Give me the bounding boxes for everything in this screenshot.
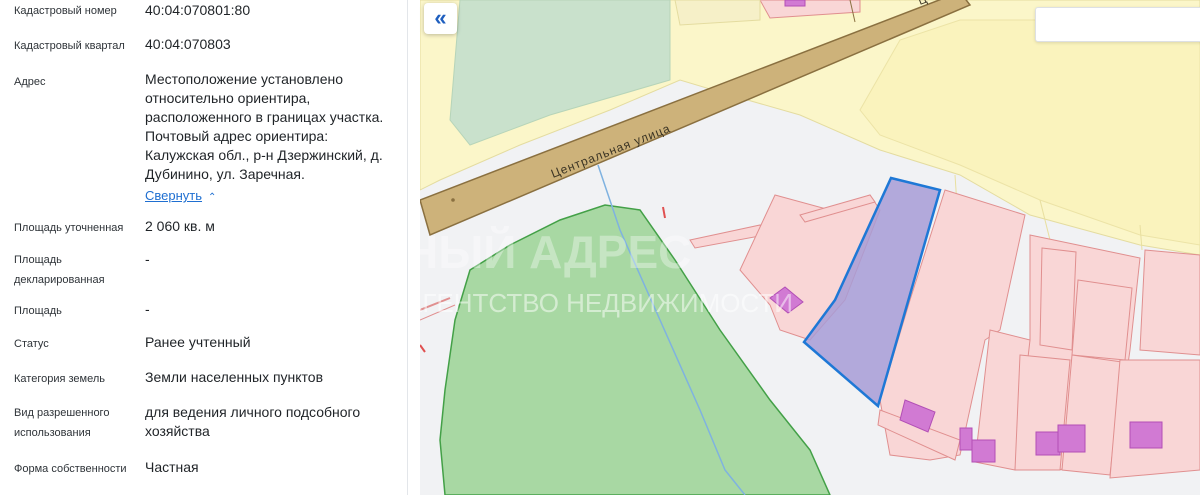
info-label: Площадь уточненная <box>14 222 124 234</box>
info-row-permitted-use: Вид разрешенного использования для веден… <box>0 403 407 445</box>
info-label-line: Площадь <box>14 254 62 266</box>
address-line: Калужская обл., р-н Дзержинский, д. <box>145 147 383 163</box>
cadastral-map[interactable]: Центральная улица Ц НЫЙ АДРЕС АГЕНТСТВО … <box>420 0 1200 495</box>
info-value: - <box>145 301 150 317</box>
info-label: Форма собственности <box>14 463 127 475</box>
info-value: Ранее учтенный <box>145 334 251 350</box>
info-row-area-specified: Площадь уточненная 2 060 кв. м <box>0 217 407 239</box>
info-value: - <box>145 251 150 267</box>
info-value: для ведения личного подсобного хозяйства <box>145 403 403 441</box>
parcel[interactable] <box>674 0 761 26</box>
building[interactable] <box>971 439 996 463</box>
address-line: Почтовый адрес ориентира: <box>145 128 329 144</box>
parcel[interactable] <box>1109 359 1200 479</box>
info-row-area: Площадь - <box>0 300 407 322</box>
address-value: Местоположение установлено относительно … <box>145 70 403 207</box>
building[interactable] <box>1129 421 1163 449</box>
parcel[interactable] <box>1039 247 1077 351</box>
info-panel: Кадастровый номер 40:04:070801:80 Кадаст… <box>0 0 407 495</box>
info-row-cadastral-quarter: Кадастровый квартал 40:04:070803 <box>0 34 407 56</box>
info-row-cadastral-number: Кадастровый номер 40:04:070801:80 <box>0 0 407 22</box>
address-line: Дубинино, ул. Заречная. <box>145 166 305 182</box>
address-line: расположенного в границах участка. <box>145 109 384 125</box>
info-value: 2 060 кв. м <box>145 218 215 234</box>
address-line: относительно ориентира, <box>145 90 311 106</box>
info-label: Вид разрешенного использования <box>14 403 138 443</box>
collapse-panel-button[interactable]: « <box>424 3 457 34</box>
info-label: Адрес <box>14 76 46 88</box>
road-marker <box>451 198 455 202</box>
info-value[interactable]: 40:04:070801:80 <box>145 1 403 20</box>
collapse-address-link[interactable]: Свернуть ⌃ <box>145 187 216 207</box>
info-row-ownership: Форма собственности Частная <box>0 458 407 480</box>
building[interactable] <box>1035 431 1061 456</box>
info-label-line: декларированная <box>14 274 105 286</box>
panel-divider <box>407 0 420 495</box>
info-label-line: использования <box>14 427 91 439</box>
info-label-line: Вид разрешенного <box>14 407 110 419</box>
info-value: Частная <box>145 459 199 475</box>
info-row-address: Адрес Местоположение установлено относит… <box>0 70 407 206</box>
info-value: Земли населенных пунктов <box>145 369 324 385</box>
map-canvas[interactable]: Центральная улица Ц НЫЙ АДРЕС АГЕНТСТВО … <box>420 0 1200 495</box>
info-label: Категория земель <box>14 373 105 385</box>
info-row-area-declared: Площадь декларированная - <box>0 250 407 290</box>
building[interactable] <box>1057 424 1086 453</box>
info-value[interactable]: 40:04:070803 <box>145 35 403 54</box>
info-row-status: Статус Ранее учтенный <box>0 333 407 355</box>
info-label: Площадь <box>14 305 62 317</box>
info-row-land-category: Категория земель Земли населенных пункто… <box>0 368 407 390</box>
address-line: Местоположение установлено <box>145 71 344 87</box>
parcel[interactable] <box>1071 279 1133 361</box>
info-value-line: хозяйства <box>145 423 210 439</box>
info-label: Статус <box>14 338 49 350</box>
collapse-link-label: Свернуть <box>145 188 203 203</box>
info-value-line: для ведения личного подсобного <box>145 404 361 420</box>
info-label: Кадастровый квартал <box>14 40 125 52</box>
watermark-line1: НЫЙ АДРЕС <box>420 226 691 278</box>
info-label: Площадь декларированная <box>14 250 138 290</box>
parcel[interactable] <box>1139 249 1200 356</box>
info-label: Кадастровый номер <box>14 5 117 17</box>
watermark-line2: АГЕНТСТВО НЕДВИЖИМОСТИ <box>420 288 793 318</box>
building[interactable] <box>959 427 973 451</box>
chevron-up-icon: ⌃ <box>208 192 217 203</box>
map-search-box[interactable] <box>1035 7 1200 42</box>
building[interactable] <box>784 0 806 7</box>
